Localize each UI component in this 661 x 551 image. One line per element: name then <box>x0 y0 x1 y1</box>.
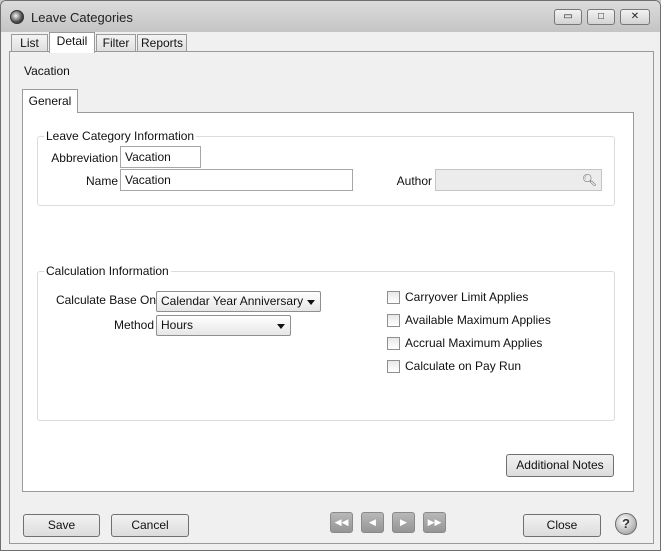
chevron-down-icon <box>307 300 315 305</box>
search-icon[interactable]: 🔍︎ <box>582 173 597 187</box>
help-icon[interactable]: ? <box>615 513 637 535</box>
calculate-base-value: Calendar Year Anniversary <box>161 294 304 308</box>
author-input[interactable]: 🔍︎ <box>435 169 602 191</box>
window-title: Leave Categories <box>31 10 133 25</box>
save-button[interactable]: Save <box>23 514 100 537</box>
method-label: Method <box>113 318 154 332</box>
name-input[interactable]: Vacation <box>120 169 353 191</box>
abbreviation-input[interactable]: Vacation <box>120 146 201 168</box>
close-window-button[interactable]: ✕ <box>620 9 650 25</box>
accrual-maximum-checkbox[interactable] <box>387 337 400 350</box>
tab-filter[interactable]: Filter <box>96 34 136 52</box>
accrual-maximum-label[interactable]: Accrual Maximum Applies <box>405 336 542 351</box>
calculate-base-select[interactable]: Calendar Year Anniversary <box>156 291 321 312</box>
record-title: Vacation <box>24 64 70 78</box>
title-bar[interactable]: Leave Categories ▭ □ ✕ <box>1 1 660 32</box>
close-button[interactable]: Close <box>523 514 601 537</box>
first-record-button[interactable]: ◀◀ <box>330 512 353 533</box>
method-select[interactable]: Hours <box>156 315 291 336</box>
available-maximum-label[interactable]: Available Maximum Applies <box>405 313 551 328</box>
chevron-down-icon <box>277 324 285 329</box>
cancel-button[interactable]: Cancel <box>111 514 189 537</box>
leave-categories-window: Leave Categories ▭ □ ✕ List Detail Filte… <box>0 0 661 551</box>
leave-category-info-group: Leave Category Information Abbreviation … <box>37 129 615 206</box>
next-record-button[interactable]: ▶ <box>392 512 415 533</box>
name-label: Name <box>85 174 118 188</box>
additional-notes-button[interactable]: Additional Notes <box>506 454 614 477</box>
last-record-button[interactable]: ▶▶ <box>423 512 446 533</box>
available-maximum-checkbox[interactable] <box>387 314 400 327</box>
tab-general[interactable]: General <box>22 89 78 113</box>
tab-reports[interactable]: Reports <box>137 34 187 52</box>
previous-record-button[interactable]: ◀ <box>361 512 384 533</box>
calculation-info-title: Calculation Information <box>44 264 171 278</box>
calculate-on-pay-run-label[interactable]: Calculate on Pay Run <box>405 359 521 374</box>
minimize-button[interactable]: ▭ <box>554 9 582 25</box>
tab-detail[interactable]: Detail <box>49 32 95 53</box>
maximize-button[interactable]: □ <box>587 9 615 25</box>
calculate-base-label: Calculate Base On <box>55 293 156 307</box>
detail-tab-page: Vacation General Leave Category Informat… <box>9 51 654 544</box>
author-label: Author <box>396 174 432 188</box>
general-tab-page: Leave Category Information Abbreviation … <box>22 112 634 492</box>
calculate-on-pay-run-checkbox[interactable] <box>387 360 400 373</box>
app-logo-icon <box>10 10 24 24</box>
calculation-info-group: Calculation Information Calculate Base O… <box>37 264 615 421</box>
carryover-limit-label[interactable]: Carryover Limit Applies <box>405 290 528 305</box>
method-value: Hours <box>161 318 194 332</box>
tab-list[interactable]: List <box>11 34 48 52</box>
abbreviation-label: Abbreviation <box>51 151 118 165</box>
leave-category-info-title: Leave Category Information <box>44 129 197 143</box>
client-area: List Detail Filter Reports Vacation Gene… <box>7 32 654 544</box>
carryover-limit-checkbox[interactable] <box>387 291 400 304</box>
